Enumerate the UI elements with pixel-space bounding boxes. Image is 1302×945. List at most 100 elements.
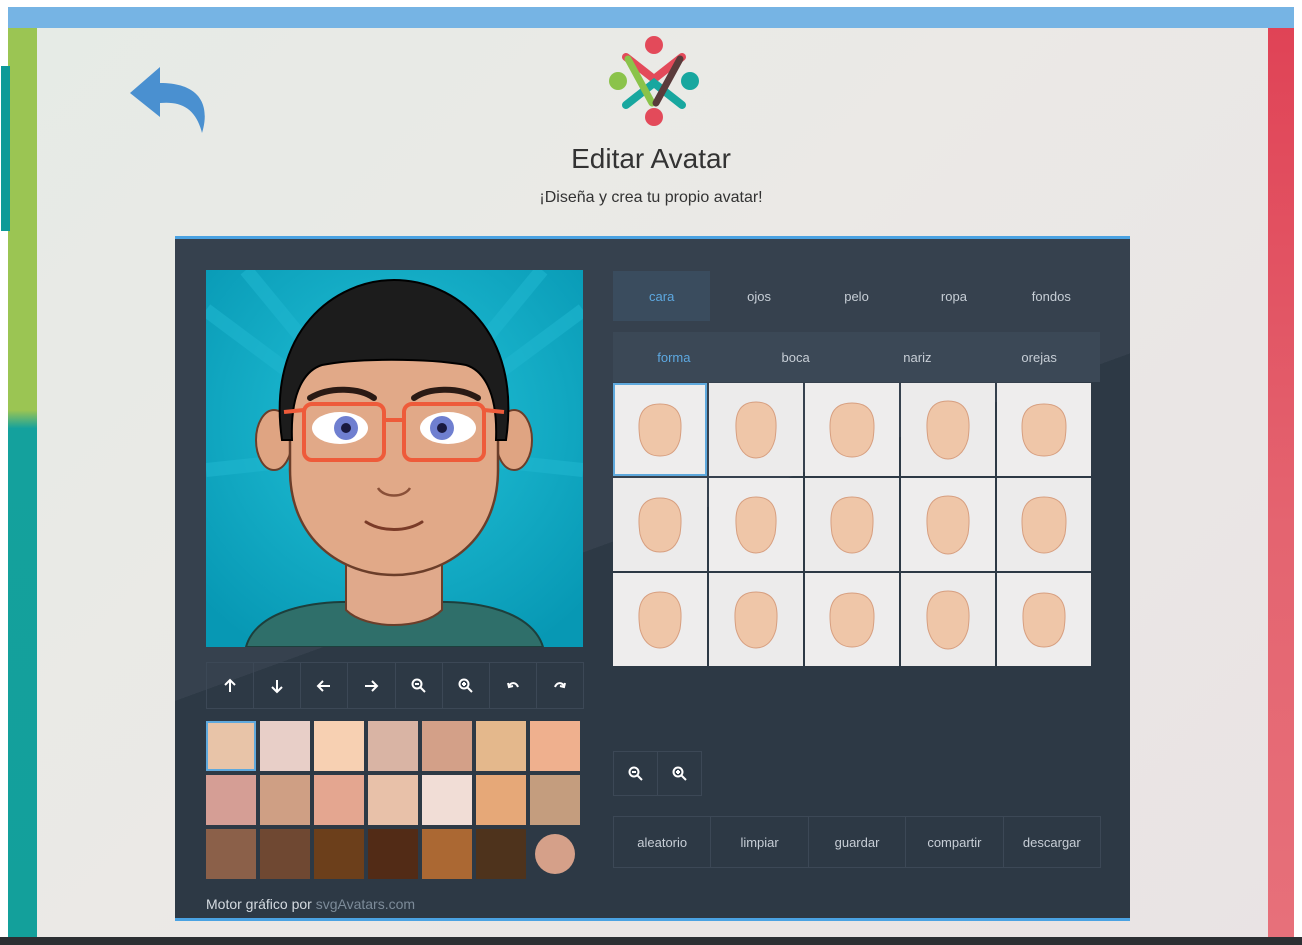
skin-color-swatch[interactable] bbox=[368, 721, 418, 771]
face-shape-grid bbox=[613, 383, 1100, 669]
face-shape-icon bbox=[926, 494, 970, 555]
bottom-bar bbox=[0, 937, 1302, 945]
action-buttons: aleatorio limpiar guardar compartir desc… bbox=[613, 816, 1102, 868]
category-tabs: cara ojos pelo ropa fondos bbox=[613, 271, 1100, 321]
face-shape-icon bbox=[829, 401, 875, 458]
zoom-out-button[interactable] bbox=[394, 662, 443, 709]
skin-color-swatch[interactable] bbox=[530, 721, 580, 771]
face-shape-icon bbox=[735, 400, 777, 459]
face-shape-icon bbox=[1022, 591, 1066, 648]
zoom-out-icon bbox=[411, 678, 426, 693]
tab-pelo[interactable]: pelo bbox=[808, 271, 905, 321]
people-logo bbox=[608, 35, 700, 127]
face-shape-icon bbox=[638, 402, 682, 457]
skin-color-swatch[interactable] bbox=[368, 775, 418, 825]
face-shape-icon bbox=[1021, 495, 1067, 554]
tab-fondos[interactable]: fondos bbox=[1003, 271, 1100, 321]
skin-color-swatch[interactable] bbox=[314, 721, 364, 771]
skin-color-swatch[interactable] bbox=[206, 721, 256, 771]
face-shape-icon bbox=[1021, 402, 1067, 457]
face-shape-icon bbox=[926, 399, 970, 460]
skin-color-swatch[interactable] bbox=[206, 775, 256, 825]
move-right-button[interactable] bbox=[347, 662, 396, 709]
options-zoom-controls bbox=[613, 751, 702, 796]
face-shape-icon bbox=[926, 589, 970, 650]
face-shape-option[interactable] bbox=[805, 573, 899, 666]
face-shape-option[interactable] bbox=[613, 478, 707, 571]
zoom-in-icon bbox=[458, 678, 473, 693]
arrow-up-icon bbox=[224, 678, 236, 692]
random-button[interactable]: aleatorio bbox=[613, 816, 712, 868]
tab-cara[interactable]: cara bbox=[613, 271, 711, 321]
clear-button[interactable]: limpiar bbox=[710, 816, 809, 868]
skin-color-swatch[interactable] bbox=[206, 829, 256, 879]
zoom-in-icon bbox=[672, 766, 687, 781]
face-shape-icon bbox=[734, 590, 778, 649]
face-shape-option[interactable] bbox=[613, 573, 707, 666]
avatar-preview bbox=[206, 270, 583, 647]
save-button[interactable]: guardar bbox=[807, 816, 907, 868]
face-shape-option[interactable] bbox=[613, 383, 707, 476]
skin-color-swatch[interactable] bbox=[535, 834, 575, 874]
move-left-button[interactable] bbox=[300, 662, 349, 709]
undo-icon bbox=[506, 681, 519, 688]
face-shape-icon bbox=[638, 590, 682, 649]
download-button[interactable]: descargar bbox=[1002, 816, 1102, 868]
tab-ojos[interactable]: ojos bbox=[710, 271, 807, 321]
face-shape-option[interactable] bbox=[805, 478, 899, 571]
back-button[interactable] bbox=[126, 63, 212, 137]
move-down-button[interactable] bbox=[253, 662, 302, 709]
skin-color-swatch[interactable] bbox=[368, 829, 418, 879]
face-shape-option[interactable] bbox=[709, 383, 803, 476]
arrow-left-icon bbox=[316, 679, 331, 692]
face-shape-option[interactable] bbox=[709, 478, 803, 571]
share-button[interactable]: compartir bbox=[905, 816, 1004, 868]
face-shape-icon bbox=[638, 496, 682, 553]
skin-color-swatch[interactable] bbox=[422, 829, 472, 879]
skin-color-swatch[interactable] bbox=[476, 775, 526, 825]
skin-color-swatch[interactable] bbox=[260, 775, 310, 825]
back-arrow-icon bbox=[130, 67, 205, 133]
avatar-editor-panel: Motor gráfico por svgAvatars.com cara oj… bbox=[175, 236, 1130, 921]
page-subtitle: ¡Diseña y crea tu propio avatar! bbox=[539, 189, 763, 206]
redo-button[interactable] bbox=[535, 662, 584, 709]
arrow-down-icon bbox=[271, 679, 283, 693]
skin-color-swatch[interactable] bbox=[260, 829, 310, 879]
skin-color-swatch[interactable] bbox=[314, 775, 364, 825]
skin-color-swatch[interactable] bbox=[422, 775, 472, 825]
subtab-forma[interactable]: forma bbox=[613, 332, 735, 382]
face-shape-option[interactable] bbox=[997, 478, 1091, 571]
subtab-boca[interactable]: boca bbox=[735, 332, 857, 382]
credit-link[interactable]: svgAvatars.com bbox=[316, 896, 415, 912]
face-shape-option[interactable] bbox=[901, 383, 995, 476]
options-zoom-in-button[interactable] bbox=[657, 751, 702, 796]
undo-button[interactable] bbox=[488, 662, 537, 709]
face-shape-option[interactable] bbox=[805, 383, 899, 476]
subtab-nariz[interactable]: nariz bbox=[857, 332, 979, 382]
skin-color-swatch[interactable] bbox=[530, 775, 580, 825]
tab-ropa[interactable]: ropa bbox=[905, 271, 1002, 321]
arrow-right-icon bbox=[365, 679, 379, 692]
face-shape-icon bbox=[830, 495, 874, 554]
face-shape-option[interactable] bbox=[901, 478, 995, 571]
skin-color-swatch[interactable] bbox=[476, 829, 526, 879]
subtab-orejas[interactable]: orejas bbox=[978, 332, 1100, 382]
face-shape-option[interactable] bbox=[997, 573, 1091, 666]
credit-prefix: Motor gráfico por bbox=[206, 896, 312, 912]
credit-text: Motor gráfico por svgAvatars.com bbox=[206, 896, 415, 912]
skin-color-palette bbox=[206, 721, 583, 879]
browser-top-bar bbox=[8, 7, 1294, 28]
face-shape-option[interactable] bbox=[997, 383, 1091, 476]
page-title: Editar Avatar bbox=[571, 143, 731, 174]
skin-color-swatch[interactable] bbox=[314, 829, 364, 879]
position-controls bbox=[206, 662, 584, 709]
zoom-in-button[interactable] bbox=[441, 662, 490, 709]
skin-color-swatch[interactable] bbox=[260, 721, 310, 771]
redo-icon bbox=[554, 681, 566, 688]
face-shape-option[interactable] bbox=[709, 573, 803, 666]
options-zoom-out-button[interactable] bbox=[613, 751, 658, 796]
skin-color-swatch[interactable] bbox=[422, 721, 472, 771]
move-up-button[interactable] bbox=[206, 662, 255, 709]
face-shape-option[interactable] bbox=[901, 573, 995, 666]
skin-color-swatch[interactable] bbox=[476, 721, 526, 771]
